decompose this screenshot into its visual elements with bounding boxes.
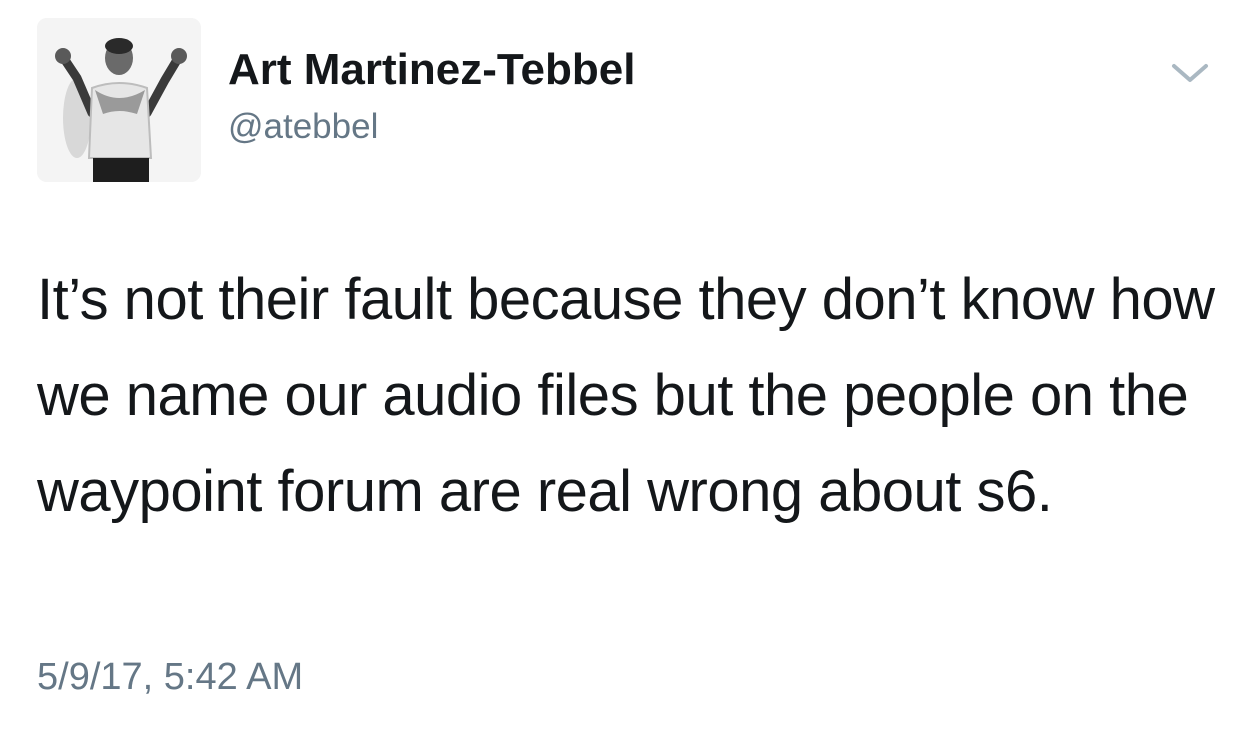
avatar[interactable] (37, 18, 201, 182)
chevron-down-icon[interactable] (1170, 58, 1210, 88)
tweet-text: It’s not their fault because they don’t … (37, 267, 1215, 524)
tweet-card: Art Martinez-Tebbel @atebbel It’s not th… (0, 0, 1242, 737)
author-display-name[interactable]: Art Martinez-Tebbel (228, 44, 635, 96)
avatar-photo (37, 18, 201, 182)
author-handle[interactable]: @atebbel (228, 106, 378, 148)
tweet-timestamp[interactable]: 5/9/17, 5:42 AM (37, 654, 303, 700)
